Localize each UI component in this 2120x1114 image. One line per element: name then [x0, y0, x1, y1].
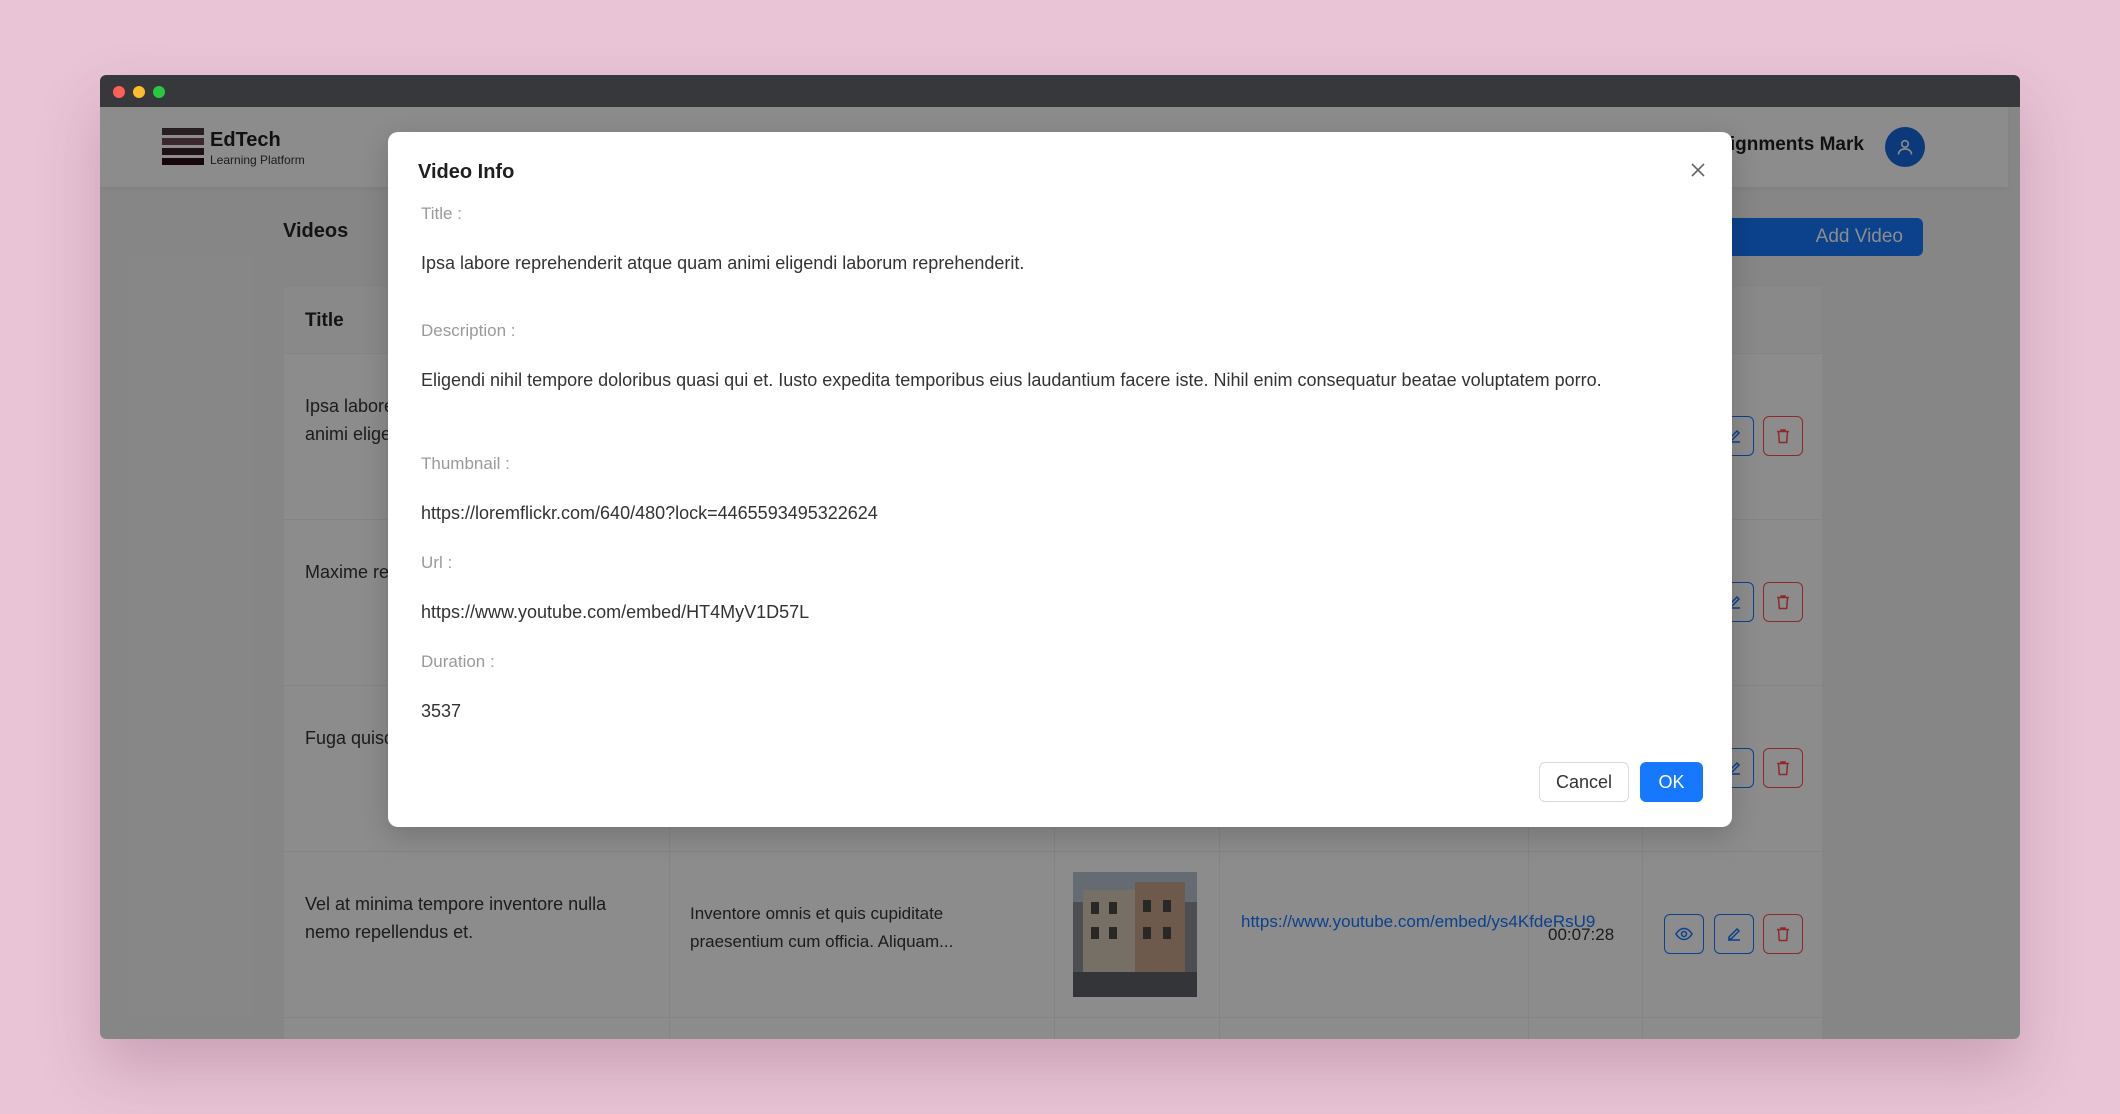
url-value: https://www.youtube.com/embed/HT4MyV1D57… — [421, 602, 810, 622]
close-window-button[interactable] — [113, 86, 125, 98]
ok-button[interactable]: OK — [1640, 762, 1703, 802]
description-label: Description : — [421, 321, 516, 340]
close-icon — [1691, 163, 1705, 177]
modal-close-button[interactable] — [1684, 156, 1712, 184]
window-titlebar — [100, 75, 2020, 107]
description-value: Eligendi nihil tempore doloribus quasi q… — [421, 370, 1602, 390]
minimize-window-button[interactable] — [133, 86, 145, 98]
thumbnail-label: Thumbnail : — [421, 454, 510, 473]
title-label: Title : — [421, 204, 462, 223]
title-value: Ipsa labore reprehenderit atque quam ani… — [421, 253, 1025, 273]
cancel-button[interactable]: Cancel — [1539, 762, 1629, 802]
maximize-window-button[interactable] — [153, 86, 165, 98]
modal-title: Video Info — [418, 161, 515, 183]
video-info-modal: Video Info Title : Ipsa labore reprehend… — [388, 132, 1732, 827]
url-label: Url : — [421, 553, 453, 572]
duration-label: Duration : — [421, 652, 495, 671]
duration-value: 3537 — [421, 701, 462, 721]
thumbnail-value: https://loremflickr.com/640/480?lock=446… — [421, 503, 878, 523]
